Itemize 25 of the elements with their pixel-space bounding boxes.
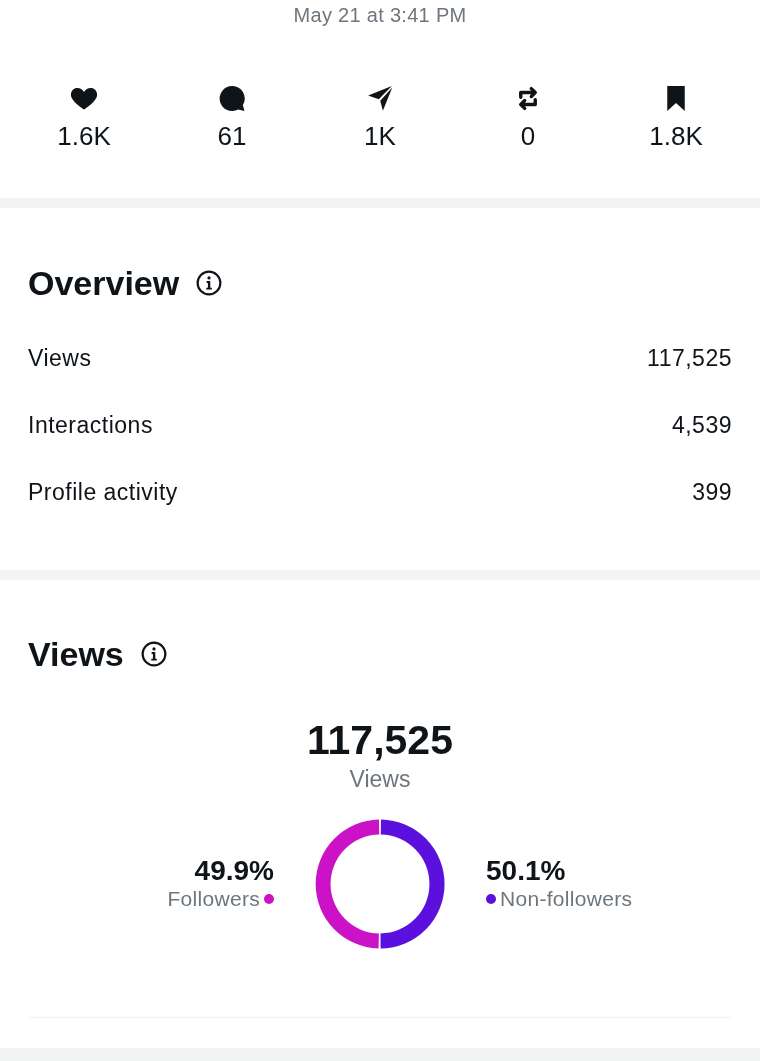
- info-icon[interactable]: [196, 270, 223, 296]
- stat-count: 1.6K: [57, 121, 111, 151]
- stat-count: 0: [520, 121, 536, 151]
- percent-value: 50.1%: [486, 856, 566, 886]
- legend-label: Followers: [167, 886, 260, 912]
- section-title: Overview: [28, 264, 180, 302]
- speech-bubble-icon[interactable]: [219, 86, 245, 111]
- stat-count: 1.8K: [649, 121, 703, 151]
- views-total-label: Views: [349, 766, 411, 792]
- heart-icon[interactable]: [71, 86, 97, 111]
- metric-value: 399: [692, 479, 732, 506]
- paper-plane-icon[interactable]: [367, 86, 393, 111]
- stat-count: 1K: [364, 121, 396, 151]
- metric-label: Views: [28, 345, 92, 372]
- metric-label: Profile activity: [28, 479, 178, 506]
- views-total: 117,525: [307, 717, 453, 763]
- info-icon[interactable]: [140, 641, 167, 667]
- metric-value: 4,539: [671, 412, 732, 439]
- legend-label: Non-followers: [500, 886, 633, 912]
- post-timestamp: May 21 at 3:41 PM: [292, 4, 468, 26]
- stat-count: 61: [217, 121, 247, 151]
- percent-value: 49.9%: [194, 856, 274, 886]
- metric-label: Interactions: [28, 412, 153, 439]
- metric-value: 117,525: [647, 345, 732, 372]
- section-title: Views: [28, 635, 124, 673]
